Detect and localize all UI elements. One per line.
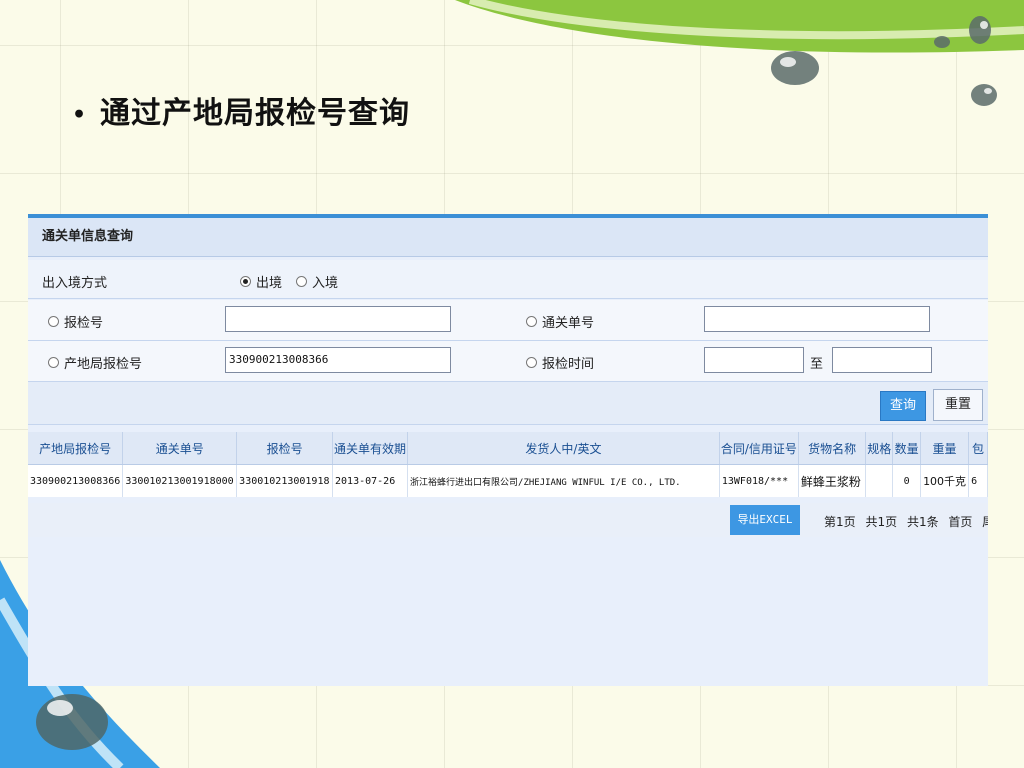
inspection-no-input[interactable] bbox=[225, 306, 451, 332]
table-cell: 鲜蜂王浆粉 bbox=[798, 464, 867, 497]
radio-customs-no[interactable]: 通关单号 bbox=[526, 312, 594, 331]
direction-label: 出入境方式 bbox=[42, 276, 108, 291]
column-header[interactable]: 包 bbox=[968, 432, 988, 465]
water-drop-icon bbox=[36, 694, 108, 750]
column-header[interactable]: 发货人中/英文 bbox=[407, 432, 720, 465]
column-header[interactable]: 数量 bbox=[892, 432, 922, 465]
column-header[interactable]: 合同/信用证号 bbox=[719, 432, 799, 465]
water-drop-icon bbox=[934, 36, 950, 48]
direction-row: 出入境方式 出境 入境 bbox=[28, 260, 988, 299]
export-excel-button[interactable]: 导出EXCEL bbox=[730, 505, 800, 535]
water-drop-icon bbox=[771, 51, 819, 85]
pager-current-page: 第1页 bbox=[824, 515, 856, 529]
panel-title: 通关单信息查询 bbox=[28, 218, 988, 257]
inspection-row: 报检号 通关单号 bbox=[28, 300, 988, 341]
column-header[interactable]: 通关单号 bbox=[122, 432, 238, 465]
slide-title-text: 通过产地局报检号查询 bbox=[100, 96, 410, 131]
slide-title: • 通过产地局报检号查询 bbox=[72, 88, 410, 132]
table-cell: 100千克 bbox=[920, 464, 970, 497]
column-header[interactable]: 规格 bbox=[865, 432, 894, 465]
results-table: 产地局报检号 通关单号 报检号 通关单有效期 发货人中/英文 合同/信用证号 货… bbox=[28, 432, 988, 497]
query-button[interactable]: 查询 bbox=[880, 391, 926, 421]
table-cell: 330010213001918 bbox=[236, 464, 334, 497]
radio-export[interactable]: 出境 bbox=[240, 272, 282, 291]
radio-unchecked-icon bbox=[48, 357, 59, 368]
table-cell: 0 bbox=[892, 464, 922, 497]
table-header-row: 产地局报检号 通关单号 报检号 通关单有效期 发货人中/英文 合同/信用证号 货… bbox=[28, 432, 988, 465]
radio-unchecked-icon bbox=[48, 316, 59, 327]
table-cell: 2013-07-26 bbox=[332, 464, 409, 497]
column-header[interactable]: 产地局报检号 bbox=[28, 432, 124, 465]
time-from-input[interactable] bbox=[704, 347, 804, 373]
time-to-input[interactable] bbox=[832, 347, 932, 373]
radio-unchecked-icon bbox=[526, 357, 537, 368]
origin-no-input[interactable]: 330900213008366 bbox=[225, 347, 451, 373]
table-cell: 13WF018/*** bbox=[719, 464, 799, 497]
reset-button[interactable]: 重置 bbox=[933, 389, 983, 421]
radio-origin-no[interactable]: 产地局报检号 bbox=[48, 353, 142, 372]
pager-last-link[interactable]: 尾页 bbox=[982, 515, 988, 529]
table-cell: 330010213001918000 bbox=[122, 464, 238, 497]
bullet-icon: • bbox=[72, 102, 88, 128]
customs-no-input[interactable] bbox=[704, 306, 930, 332]
table-footer: 导出EXCEL 第1页 共1页 共1条 首页 尾页 bbox=[28, 503, 988, 537]
table-cell: 浙江裕蜂行进出口有限公司/ZHEJIANG WINFUL I/E CO., LT… bbox=[407, 464, 720, 497]
column-header[interactable]: 重量 bbox=[920, 432, 970, 465]
table-cell: 330900213008366 bbox=[28, 464, 124, 497]
action-row: 查询 重置 bbox=[28, 382, 988, 425]
query-panel: 通关单信息查询 出入境方式 出境 入境 报检号 通关单号 产地局报检号 3309… bbox=[28, 214, 988, 686]
column-header[interactable]: 货物名称 bbox=[798, 432, 867, 465]
table-row[interactable]: 330900213008366 330010213001918000 33001… bbox=[28, 464, 988, 497]
pager-total-records: 共1条 bbox=[906, 515, 939, 529]
table-cell bbox=[865, 464, 894, 497]
time-to-separator: 至 bbox=[810, 357, 824, 372]
radio-unchecked-icon bbox=[526, 316, 537, 327]
table-cell: 6 bbox=[968, 464, 988, 497]
pager-first-link[interactable]: 首页 bbox=[948, 515, 972, 529]
radio-unchecked-icon bbox=[296, 276, 307, 287]
water-drop-icon bbox=[969, 16, 991, 44]
radio-inspection-no[interactable]: 报检号 bbox=[48, 312, 103, 331]
pagination: 第1页 共1页 共1条 首页 尾页 bbox=[824, 513, 988, 530]
pager-total-pages: 共1页 bbox=[865, 515, 898, 529]
column-header[interactable]: 报检号 bbox=[236, 432, 334, 465]
column-header[interactable]: 通关单有效期 bbox=[332, 432, 409, 465]
water-drop-icon bbox=[971, 84, 997, 106]
radio-import[interactable]: 入境 bbox=[296, 272, 338, 291]
origin-row: 产地局报检号 330900213008366 报检时间 至 bbox=[28, 341, 988, 382]
radio-inspection-time[interactable]: 报检时间 bbox=[526, 353, 594, 372]
radio-checked-icon bbox=[240, 276, 251, 287]
